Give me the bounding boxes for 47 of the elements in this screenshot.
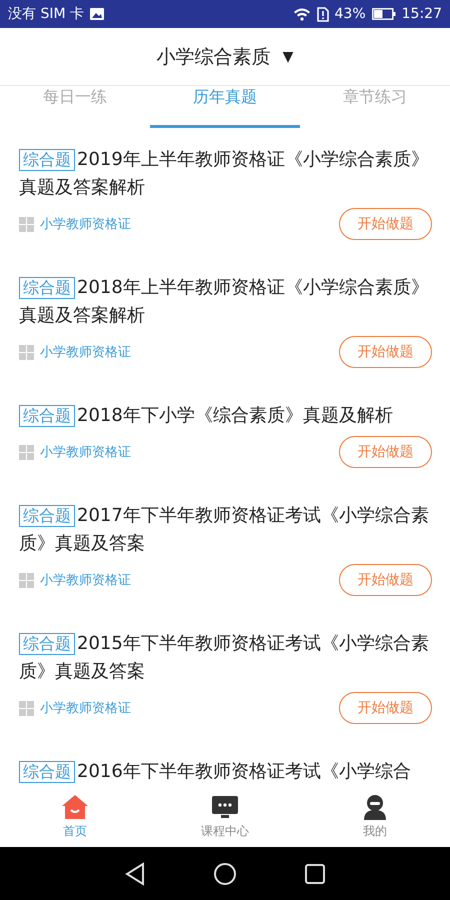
tag-label: 综合题 [19, 633, 75, 655]
clock-time: 15:27 [402, 6, 442, 22]
exam-title[interactable]: 综合题 2016年下半年教师资格证考试《小学综合 [19, 758, 432, 786]
wifi-icon [292, 7, 311, 21]
tab[interactable]: 每日一练 [0, 84, 150, 128]
nav-tab[interactable]: 我的 [325, 790, 425, 847]
grid-icon [19, 700, 34, 716]
back-icon[interactable] [124, 862, 146, 886]
exam-title[interactable]: 综合题 2017年下半年教师资格证考试《小学综合素质》真题及答案 [19, 502, 432, 558]
carrier-text: 没有 SIM 卡 [8, 5, 84, 23]
tab[interactable]: 历年真题 [150, 84, 300, 128]
battery-percent: 43% [334, 6, 366, 22]
category-link[interactable]: 小学教师资格证 [40, 343, 131, 361]
sim-alert-icon [316, 6, 329, 22]
nav-tab[interactable]: 课程中心 [175, 790, 275, 847]
grid-icon [19, 344, 34, 360]
person-icon [361, 794, 389, 820]
subject-dropdown[interactable]: 小学综合素质 ▼ [150, 40, 300, 74]
start-button[interactable]: 开始做题 [339, 692, 432, 724]
nav-tab[interactable]: 首页 [25, 790, 125, 847]
start-button[interactable]: 开始做题 [339, 208, 432, 240]
tag-label: 综合题 [19, 277, 75, 299]
recents-icon[interactable] [304, 862, 326, 884]
exam-title[interactable]: 综合题 2019年上半年教师资格证《小学综合素质》真题及答案解析 [19, 146, 432, 202]
home-circle-icon[interactable] [212, 862, 237, 886]
battery-icon [372, 8, 396, 20]
grid-icon [19, 572, 34, 588]
house-icon [61, 794, 89, 820]
tag-label: 综合题 [19, 761, 75, 783]
grid-icon [19, 444, 34, 460]
category-link[interactable]: 小学教师资格证 [40, 699, 131, 717]
exam-title[interactable]: 综合题 2018年上半年教师资格证《小学综合素质》真题及答案解析 [19, 274, 432, 330]
tag-label: 综合题 [19, 405, 75, 427]
exam-title[interactable]: 综合题 2018年下小学《综合素质》真题及解析 [19, 402, 432, 430]
tab[interactable]: 章节练习 [300, 84, 450, 128]
grid-icon [19, 216, 34, 232]
category-link[interactable]: 小学教师资格证 [40, 215, 131, 233]
start-button[interactable]: 开始做题 [339, 336, 432, 368]
category-link[interactable]: 小学教师资格证 [40, 571, 131, 589]
exam-title[interactable]: 综合题 2015年下半年教师资格证考试《小学综合素质》真题及答案 [19, 630, 432, 686]
image-icon [90, 8, 104, 20]
tag-label: 综合题 [19, 505, 75, 527]
category-link[interactable]: 小学教师资格证 [40, 443, 131, 461]
start-button[interactable]: 开始做题 [339, 564, 432, 596]
screen-icon [211, 794, 239, 820]
start-button[interactable]: 开始做题 [339, 436, 432, 468]
tag-label: 综合题 [19, 149, 75, 171]
